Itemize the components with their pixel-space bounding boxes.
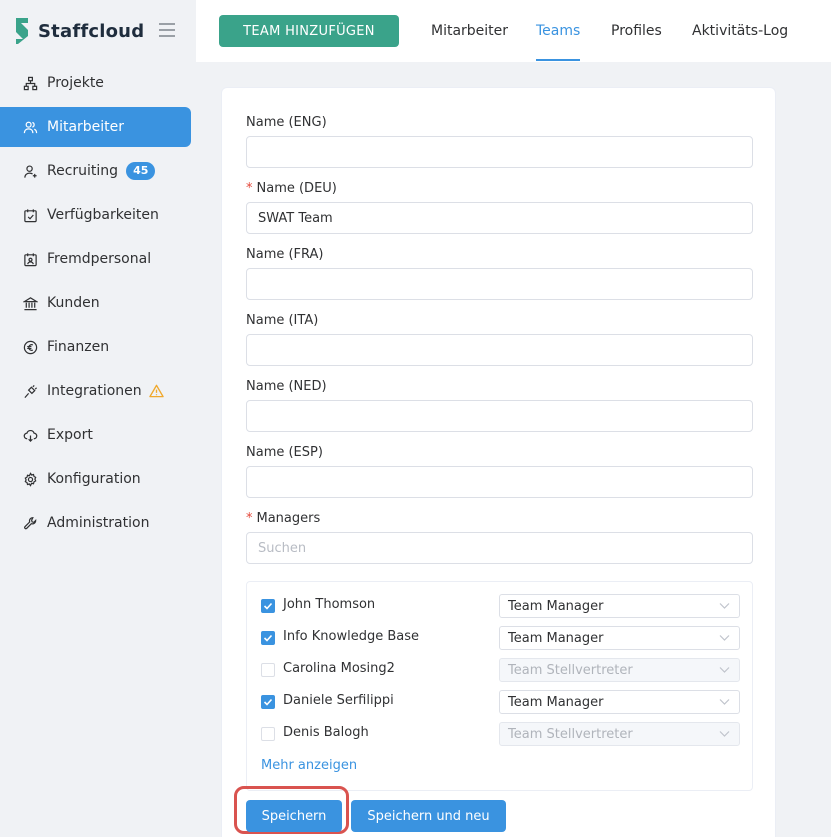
add-team-button[interactable]: TEAM HINZUFÜGEN xyxy=(219,15,399,47)
manager-row: Denis Balogh Team Stellvertreter xyxy=(261,722,741,746)
manager-role-select: Team Stellvertreter xyxy=(499,658,740,682)
tab-mitarbeiter[interactable]: Mitarbeiter xyxy=(431,0,508,62)
required-marker: * xyxy=(246,181,253,196)
show-more-link[interactable]: Mehr anzeigen xyxy=(261,758,357,773)
tab-profiles[interactable]: Profiles xyxy=(611,0,662,62)
chevron-down-icon xyxy=(719,699,730,705)
name-esp-label: Name (ESP) xyxy=(246,445,323,460)
sidebar-item-label: Recruiting xyxy=(47,163,119,179)
manager-row: Daniele Serfilippi Team Manager xyxy=(261,690,741,714)
chevron-down-icon xyxy=(719,635,730,641)
required-marker: * xyxy=(246,511,253,526)
tab-teams[interactable]: Teams xyxy=(536,0,581,62)
manager-role-select: Team Stellvertreter xyxy=(499,722,740,746)
sidebar-item-export[interactable]: Export xyxy=(0,415,196,455)
staffcloud-logo-icon xyxy=(16,18,28,44)
recruiting-count-badge: 45 xyxy=(126,162,156,180)
sidebar-item-fremdpersonal[interactable]: Fremdpersonal xyxy=(0,239,196,279)
sidebar-item-konfiguration[interactable]: Konfiguration xyxy=(0,459,196,499)
euro-icon xyxy=(22,339,38,355)
manager-checkbox[interactable] xyxy=(261,631,275,645)
name-ned-label: Name (NED) xyxy=(246,379,327,394)
brand[interactable]: Staffcloud xyxy=(12,16,144,46)
users-icon xyxy=(22,119,38,135)
sidebar-item-label: Kunden xyxy=(47,295,100,311)
name-eng-input[interactable] xyxy=(246,136,753,168)
name-deu-input[interactable] xyxy=(246,202,753,234)
calendar-check-icon xyxy=(22,207,38,223)
bank-icon xyxy=(22,295,38,311)
sitemap-icon xyxy=(22,75,38,91)
sidebar-item-label: Konfiguration xyxy=(47,471,141,487)
chevron-down-icon xyxy=(719,731,730,737)
manager-name: John Thomson xyxy=(283,597,376,612)
warning-icon xyxy=(148,384,164,398)
manager-name: Daniele Serfilippi xyxy=(283,693,394,708)
checkmark-icon xyxy=(263,634,273,642)
managers-list: John Thomson Team Manager Info Knowledge… xyxy=(246,581,753,791)
sidebar-item-integrationen[interactable]: Integrationen xyxy=(0,371,196,411)
user-plus-icon xyxy=(22,163,38,179)
sidebar-item-label: Finanzen xyxy=(47,339,110,355)
manager-row: John Thomson Team Manager xyxy=(261,594,741,618)
sidebar-item-label: Projekte xyxy=(47,75,104,91)
chevron-down-icon xyxy=(719,603,730,609)
main-content: Name (ENG) *Name (DEU) Name (FRA) Name (… xyxy=(196,62,831,837)
manager-checkbox[interactable] xyxy=(261,599,275,613)
sidebar-item-administration[interactable]: Administration xyxy=(0,503,196,543)
name-ita-label: Name (ITA) xyxy=(246,313,319,328)
sidebar-item-projekte[interactable]: Projekte xyxy=(0,63,196,103)
plug-icon xyxy=(22,383,38,399)
tab-aktivitaets-log[interactable]: Aktivitäts-Log xyxy=(692,0,788,62)
checkmark-icon xyxy=(263,602,273,610)
gear-icon xyxy=(22,471,38,487)
manager-row: Carolina Mosing2 Team Stellvertreter xyxy=(261,658,741,682)
sidebar-item-verfuegbarkeiten[interactable]: Verfügbarkeiten xyxy=(0,195,196,235)
name-ned-input[interactable] xyxy=(246,400,753,432)
name-eng-label: Name (ENG) xyxy=(246,115,327,130)
managers-search-input[interactable] xyxy=(246,532,753,564)
manager-role-select[interactable]: Team Manager xyxy=(499,594,740,618)
name-deu-label: * Name (DEU) xyxy=(246,181,337,196)
manager-checkbox[interactable] xyxy=(261,695,275,709)
checkmark-icon xyxy=(263,698,273,706)
sidebar-nav: Projekte Mitarbeiter Recruiting 45 Verfü… xyxy=(0,63,196,547)
name-fra-input[interactable] xyxy=(246,268,753,300)
sidebar-item-kunden[interactable]: Kunden xyxy=(0,283,196,323)
id-card-icon xyxy=(22,251,38,267)
name-ita-input[interactable] xyxy=(246,334,753,366)
name-fra-label: Name (FRA) xyxy=(246,247,324,262)
managers-label: * Managers xyxy=(246,511,321,526)
brand-name: Staffcloud xyxy=(38,20,145,42)
manager-role-select[interactable]: Team Manager xyxy=(499,690,740,714)
manager-name: Denis Balogh xyxy=(283,725,369,740)
manager-row: Info Knowledge Base Team Manager xyxy=(261,626,741,650)
sidebar-item-label: Administration xyxy=(47,515,150,531)
top-bar: TEAM HINZUFÜGEN Mitarbeiter Teams Profil… xyxy=(196,0,831,62)
name-esp-input[interactable] xyxy=(246,466,753,498)
sidebar-item-recruiting[interactable]: Recruiting 45 xyxy=(0,151,196,191)
sidebar-item-label: Export xyxy=(47,427,93,443)
menu-toggle-icon[interactable] xyxy=(159,23,175,37)
sidebar-item-label: Fremdpersonal xyxy=(47,251,152,267)
sidebar-item-finanzen[interactable]: Finanzen xyxy=(0,327,196,367)
team-form-card: Name (ENG) *Name (DEU) Name (FRA) Name (… xyxy=(221,87,776,837)
manager-name: Carolina Mosing2 xyxy=(283,661,395,676)
sidebar-item-mitarbeiter[interactable]: Mitarbeiter xyxy=(0,107,191,147)
sidebar: Staffcloud Projekte Mitarbeiter Recruiti… xyxy=(0,0,196,837)
save-button[interactable]: Speichern xyxy=(246,800,342,832)
manager-name: Info Knowledge Base xyxy=(283,629,419,644)
wrench-icon xyxy=(22,515,38,531)
sidebar-item-label: Mitarbeiter xyxy=(47,119,125,135)
sidebar-item-label: Integrationen xyxy=(47,383,142,399)
save-and-new-button[interactable]: Speichern und neu xyxy=(351,800,506,832)
chevron-down-icon xyxy=(719,667,730,673)
sidebar-item-label: Verfügbarkeiten xyxy=(47,207,159,223)
manager-checkbox[interactable] xyxy=(261,663,275,677)
cloud-download-icon xyxy=(22,427,38,443)
manager-role-select[interactable]: Team Manager xyxy=(499,626,740,650)
manager-checkbox[interactable] xyxy=(261,727,275,741)
